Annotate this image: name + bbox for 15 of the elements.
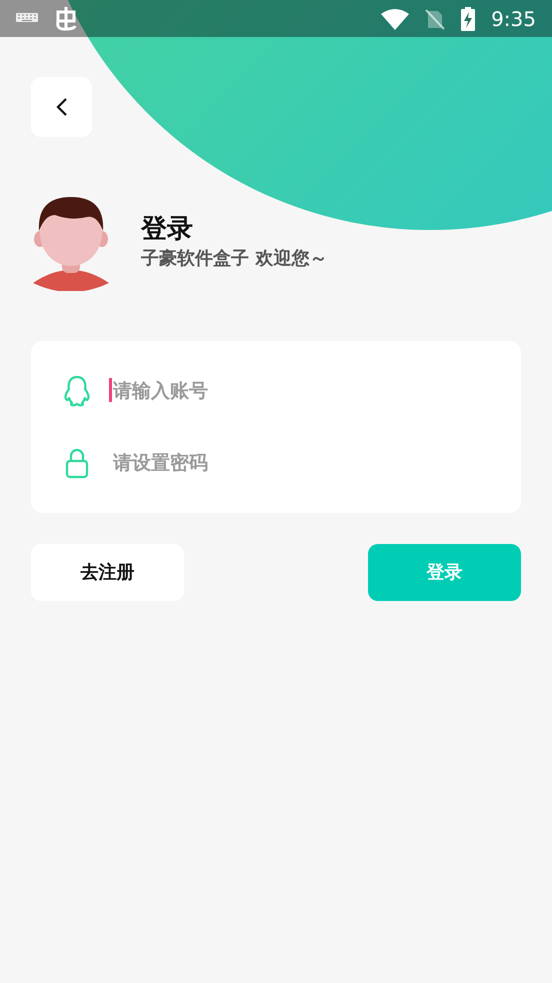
app-notification-icon (54, 6, 78, 32)
keyboard-icon (16, 12, 38, 24)
back-button[interactable] (31, 77, 92, 137)
penguin-icon (63, 375, 91, 407)
clock-time: 9:35 (491, 6, 536, 32)
wifi-icon (381, 8, 410, 30)
back-icon (54, 96, 70, 118)
register-button[interactable]: 去注册 (31, 544, 184, 601)
page-title: 登录 (141, 214, 194, 246)
lock-icon (63, 447, 91, 479)
no-sim-icon (425, 8, 446, 30)
account-field[interactable]: 请输入账号 (111, 376, 411, 406)
battery-charging-icon (461, 6, 476, 30)
password-field[interactable]: 请设置密码 (111, 448, 411, 478)
welcome-text: 子豪软件盒子 欢迎您～ (141, 247, 328, 272)
